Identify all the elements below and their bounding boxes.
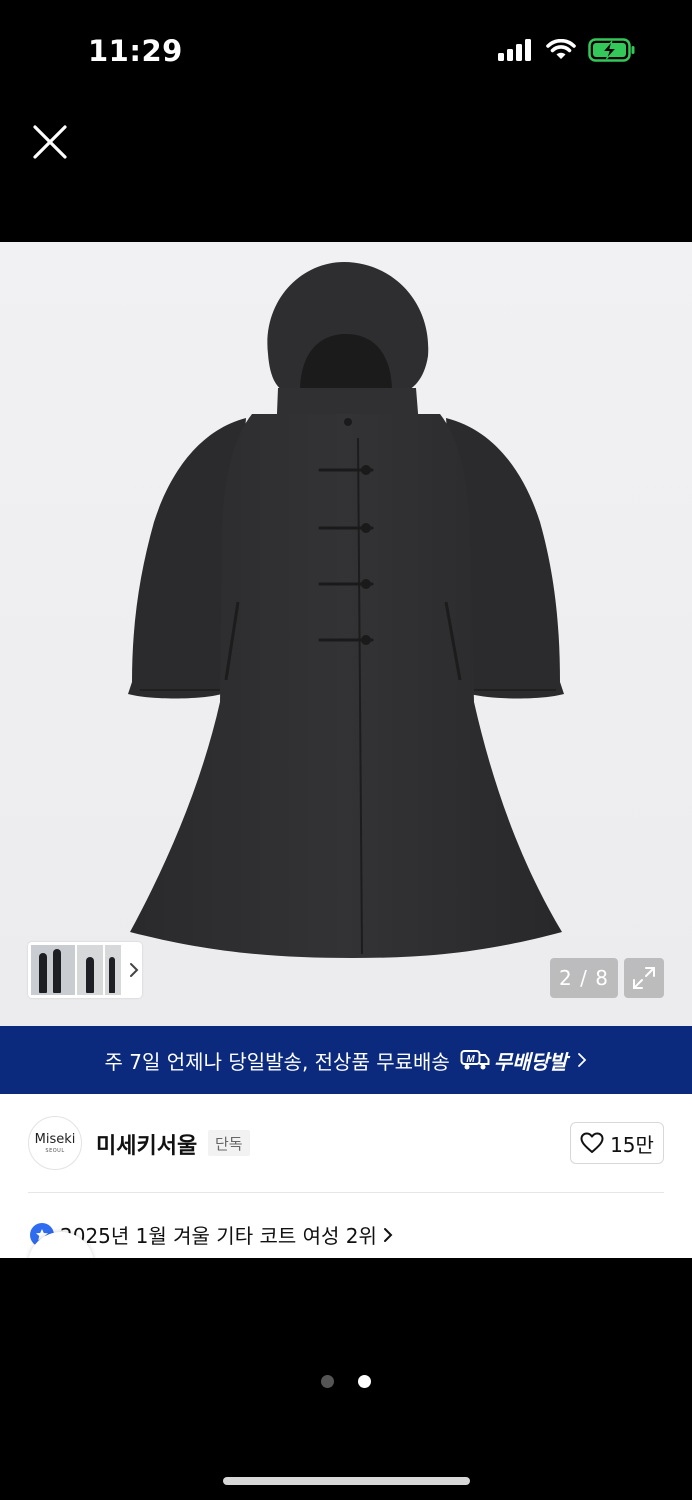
status-bar: 11:29 — [0, 0, 692, 100]
page-indicator — [0, 1375, 692, 1388]
home-indicator[interactable] — [223, 1477, 470, 1485]
product-preview-sheet: 2 / 8 주 7일 언제나 당일발송, 전상품 무료배송 M 무배당발 Mis… — [0, 242, 692, 1258]
page-dot-1[interactable] — [321, 1375, 334, 1388]
status-icons — [498, 38, 636, 62]
expand-icon — [633, 967, 655, 989]
status-time: 11:29 — [88, 34, 183, 68]
heart-icon — [580, 1132, 604, 1153]
close-icon — [33, 125, 67, 159]
exclusive-badge: 단독 — [208, 1130, 250, 1156]
brand-logo-subtext: SEOUL — [45, 1148, 65, 1154]
brand-logo-text: Miseki — [34, 1132, 76, 1147]
promo-badge-label: 무배당발 — [493, 1049, 568, 1074]
battery-charging-icon — [588, 38, 635, 62]
badge-icon-letter: M — [466, 1054, 475, 1065]
thumbnail-strip[interactable] — [28, 942, 142, 998]
free-shipping-badge: M 무배당발 — [460, 1046, 568, 1075]
delivery-truck-icon: M — [460, 1050, 490, 1070]
divider — [28, 1192, 664, 1193]
image-gallery[interactable]: 2 / 8 — [0, 242, 692, 1026]
chevron-right-icon — [578, 1053, 587, 1067]
expand-button[interactable] — [624, 958, 664, 998]
brand-logo[interactable]: Miseki SEOUL — [28, 1116, 82, 1170]
like-count: 15만 — [610, 1132, 654, 1157]
like-button[interactable]: 15만 — [570, 1122, 664, 1164]
page-counter: 2 / 8 — [550, 958, 618, 998]
brand-row: Miseki SEOUL 미세키서울 단독 15만 — [28, 1114, 664, 1170]
brand-name[interactable]: 미세키서울 — [96, 1128, 197, 1160]
promo-text: 주 7일 언제나 당일발송, 전상품 무료배송 — [104, 1049, 450, 1074]
close-button[interactable] — [26, 118, 74, 166]
thumbnail-3[interactable] — [105, 945, 121, 995]
thumbnail-1[interactable] — [31, 945, 75, 995]
promo-banner[interactable]: 주 7일 언제나 당일발송, 전상품 무료배송 M 무배당발 — [0, 1026, 692, 1094]
thumbnail-2[interactable] — [77, 945, 103, 995]
product-image — [128, 262, 564, 958]
page-dot-2[interactable] — [358, 1375, 371, 1388]
wifi-icon — [546, 39, 576, 59]
ranking-text: 2025년 1월 겨울 기타 코트 여성 2위 — [60, 1224, 377, 1248]
chevron-right-icon — [130, 963, 139, 977]
signal-icon — [498, 39, 531, 61]
chevron-right-icon — [383, 1227, 393, 1242]
